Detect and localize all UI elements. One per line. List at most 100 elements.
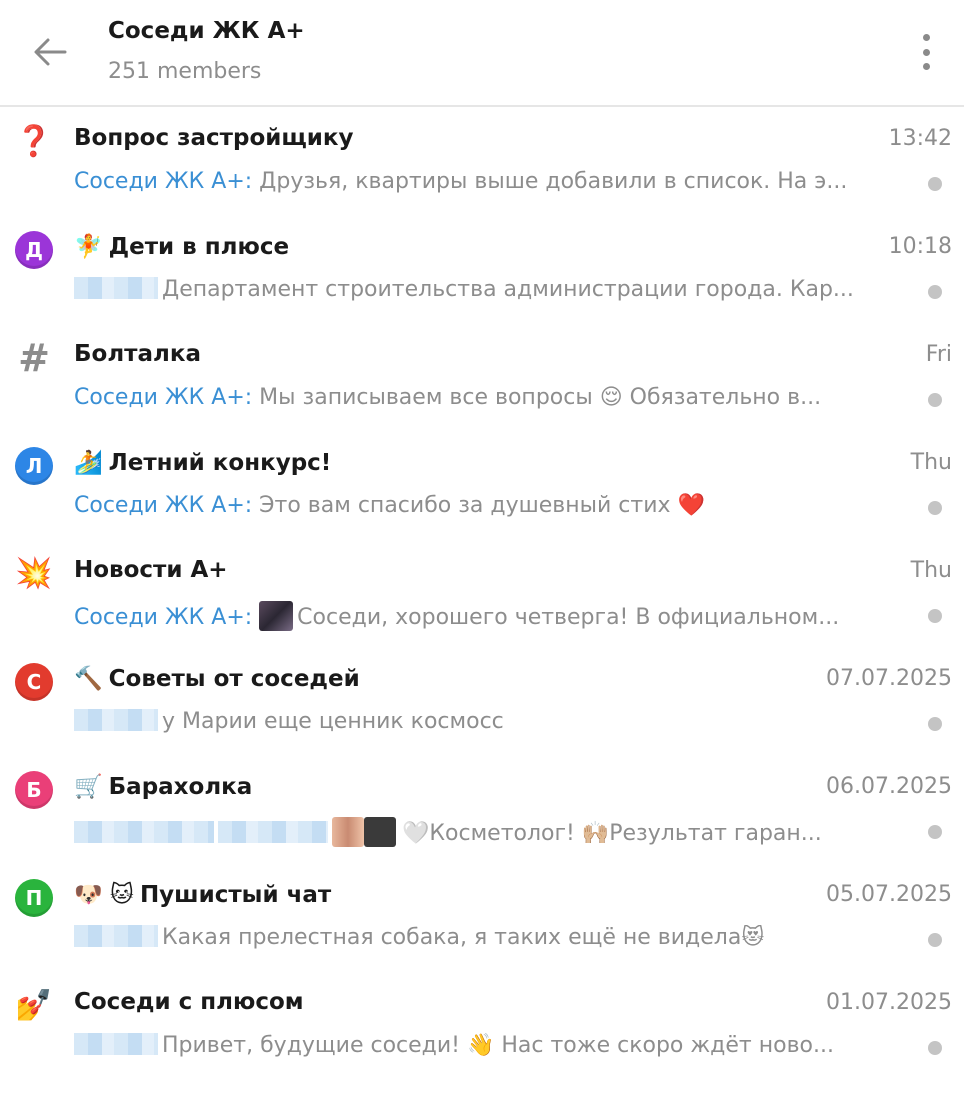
message-text: 🤍Косметолог! 🙌🏼Результат гаран...	[402, 821, 822, 846]
topic-row[interactable]: ❓ Вопрос застройщику 13:42 Соседи ЖК А+: Др…	[0, 108, 964, 216]
question-mark-icon: ❓	[15, 124, 53, 159]
unread-indicator	[928, 717, 942, 731]
message-text: Привет, будущие соседи! 👋 Нас тоже скоро…	[162, 1033, 834, 1058]
topic-row[interactable]: # Болталка Fri Соседи ЖК А+: Мы записываем …	[0, 324, 964, 432]
nail-polish-icon: 💅	[15, 988, 53, 1023]
topic-name: Новости А+	[74, 557, 228, 583]
hashtag-icon: #	[18, 336, 50, 380]
topic-name: Болталка	[74, 341, 201, 367]
topic-name-label: Вопрос застройщику	[74, 125, 354, 151]
collision-icon: 💥	[15, 556, 53, 591]
topic-emoji-icon: 🔨	[74, 666, 103, 692]
topic-row[interactable]: Б 🛒 Барахолка 06.07.2025 🤍Косметолог! 🙌🏼Резу…	[0, 756, 964, 864]
letter-b-icon: Б	[14, 770, 54, 810]
topic-row[interactable]: П 🐶 🐱 Пушистый чат 05.07.2025 Какая прелестн…	[0, 864, 964, 972]
topic-letter: Д	[15, 231, 53, 269]
topic-name-label: Соседи с плюсом	[74, 989, 304, 1015]
unread-indicator	[928, 501, 942, 515]
group-title: Соседи ЖК А+	[108, 18, 305, 44]
letter-l-icon: Л	[14, 446, 54, 486]
hidden-sender-name	[74, 925, 158, 947]
topic-last-message: Соседи ЖК А+: Мы записываем все вопросы …	[74, 385, 904, 410]
topic-timestamp: 05.07.2025	[826, 882, 952, 907]
topic-letter: Л	[15, 447, 53, 485]
topic-name: 🛒 Барахолка	[74, 773, 252, 800]
topic-list: ❓ Вопрос застройщику 13:42 Соседи ЖК А+: Др…	[0, 108, 964, 1080]
message-text: Соседи, хорошего четверга! В официальном…	[297, 605, 840, 630]
unread-indicator	[928, 609, 942, 623]
topic-last-message: 🤍Косметолог! 🙌🏼Результат гаран...	[74, 817, 904, 847]
photo-thumbnail	[332, 817, 364, 847]
unread-indicator	[928, 1041, 942, 1055]
back-button[interactable]	[24, 26, 76, 78]
hidden-sender-name	[74, 1033, 158, 1055]
message-text: Мы записываем все вопросы 😌 Обязательно …	[259, 385, 822, 410]
topic-row[interactable]: С 🔨 Советы от соседей 07.07.2025 у Марии еще…	[0, 648, 964, 756]
topic-name: 🏄 Летний конкурс!	[74, 449, 331, 476]
topic-name-label: Дети в плюсе	[108, 234, 290, 260]
dot-icon	[922, 63, 930, 70]
message-sender: Соседи ЖК А+:	[74, 605, 253, 630]
chat-header: Соседи ЖК А+ 251 members	[0, 0, 964, 107]
photo-thumbnail	[259, 601, 294, 631]
topic-emoji-icon: 🧚	[74, 234, 103, 260]
unread-indicator	[928, 177, 942, 191]
topic-row[interactable]: Д 🧚 Дети в плюсе 10:18 Департамент строитель…	[0, 216, 964, 324]
topic-row[interactable]: 💅 Соседи с плюсом 01.07.2025 Привет, будущи…	[0, 972, 964, 1080]
topic-name: Соседи с плюсом	[74, 989, 304, 1015]
arrow-left-icon	[34, 38, 67, 66]
member-count: 251 members	[108, 59, 262, 84]
message-sender: Соседи ЖК А+:	[74, 169, 253, 194]
topic-row[interactable]: 💥 Новости А+ Thu Соседи ЖК А+: Соседи, хоро…	[0, 540, 964, 648]
message-sender: Соседи ЖК А+:	[74, 385, 253, 410]
topic-letter: П	[15, 879, 53, 917]
topic-last-message: у Марии еще ценник космосс	[74, 709, 904, 734]
topic-name-label: Летний конкурс!	[108, 450, 332, 476]
message-text: Друзья, квартиры выше добавили в список.…	[259, 169, 848, 194]
topic-timestamp: 10:18	[888, 234, 952, 259]
dot-icon	[922, 34, 930, 41]
topic-emoji-icon: 🛒	[74, 774, 103, 800]
topic-name: 🐶 🐱 Пушистый чат	[74, 881, 331, 908]
hidden-sender-name	[74, 277, 158, 299]
topic-timestamp: 01.07.2025	[826, 990, 952, 1015]
topic-emoji-icon: 🐶 🐱	[74, 882, 134, 908]
unread-indicator	[928, 393, 942, 407]
more-options-button[interactable]	[906, 30, 946, 74]
topic-last-message: Соседи ЖК А+: Друзья, квартиры выше доба…	[74, 169, 904, 194]
hidden-sender-name	[218, 821, 328, 843]
topic-name-label: Новости А+	[74, 557, 228, 583]
topic-name-label: Советы от соседей	[108, 666, 360, 692]
unread-indicator	[928, 933, 942, 947]
topic-timestamp: Thu	[910, 558, 952, 583]
hidden-sender-name	[74, 709, 158, 731]
letter-s-icon: С	[14, 662, 54, 702]
topic-name-label: Барахолка	[108, 774, 253, 800]
message-text: у Марии еще ценник космосс	[162, 709, 504, 734]
topic-name-label: Пушистый чат	[139, 882, 332, 908]
topic-letter: Б	[15, 771, 53, 809]
topic-name-label: Болталка	[74, 341, 202, 367]
topic-emoji-icon: 🏄	[74, 450, 103, 476]
topic-timestamp: 07.07.2025	[826, 666, 952, 691]
hidden-sender-name	[74, 821, 214, 843]
topic-timestamp: 06.07.2025	[826, 774, 952, 799]
letter-d-icon: Д	[14, 230, 54, 270]
topic-last-message: Какая прелестная собака, я таких ещё не …	[74, 925, 904, 950]
topic-row[interactable]: Л 🏄 Летний конкурс! Thu Соседи ЖК А+: Это ва…	[0, 432, 964, 540]
topic-name: 🔨 Советы от соседей	[74, 665, 360, 692]
message-text: Департамент строительства администрации …	[162, 277, 854, 302]
message-text: Это вам спасибо за душевный стих ❤️	[259, 493, 705, 518]
topic-name: Вопрос застройщику	[74, 125, 354, 151]
letter-p-icon: П	[14, 878, 54, 918]
topic-name: 🧚 Дети в плюсе	[74, 233, 289, 260]
topic-last-message: Соседи ЖК А+: Это вам спасибо за душевны…	[74, 493, 904, 518]
topic-last-message: Соседи ЖК А+: Соседи, хорошего четверга!…	[74, 601, 904, 631]
topic-last-message: Департамент строительства администрации …	[74, 277, 904, 302]
dot-icon	[922, 48, 930, 56]
message-sender: Соседи ЖК А+:	[74, 493, 253, 518]
topic-timestamp: Thu	[910, 450, 952, 475]
topic-last-message: Привет, будущие соседи! 👋 Нас тоже скоро…	[74, 1033, 904, 1058]
unread-indicator	[928, 825, 942, 839]
message-text: Какая прелестная собака, я таких ещё не …	[162, 925, 765, 950]
